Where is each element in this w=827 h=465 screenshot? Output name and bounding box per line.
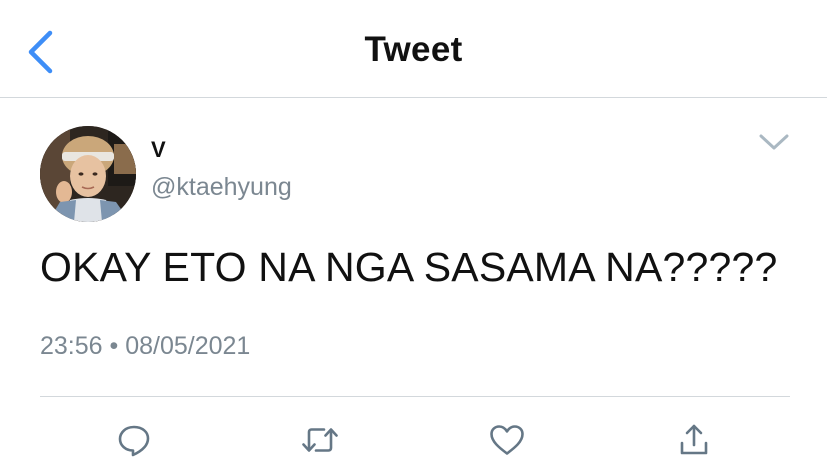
chevron-down-icon [759, 134, 789, 150]
share-button[interactable] [672, 418, 716, 462]
tweet-text: OKAY ETO NA NGA SASAMA NA????? [40, 244, 778, 290]
page-title: Tweet [364, 30, 463, 69]
comment-icon [118, 425, 150, 457]
reply-button[interactable] [112, 418, 156, 462]
tweet-detail-screen: Tweet V @ktaehyung OKAY ETO NA NGA SASAM… [0, 0, 827, 465]
header: Tweet [0, 0, 827, 98]
user-handle[interactable]: @ktaehyung [151, 173, 292, 202]
retweet-button[interactable] [298, 418, 342, 462]
avatar[interactable] [40, 126, 136, 222]
display-name[interactable]: V [151, 137, 166, 163]
divider [40, 396, 790, 397]
tweet-timestamp: 23:56 • 08/05/2021 [40, 332, 251, 360]
share-icon [680, 424, 708, 455]
avatar-image [40, 126, 136, 222]
like-button[interactable] [485, 418, 529, 462]
heart-icon [490, 425, 524, 455]
tweet-menu-button[interactable] [750, 124, 798, 160]
retweet-icon [302, 428, 338, 452]
